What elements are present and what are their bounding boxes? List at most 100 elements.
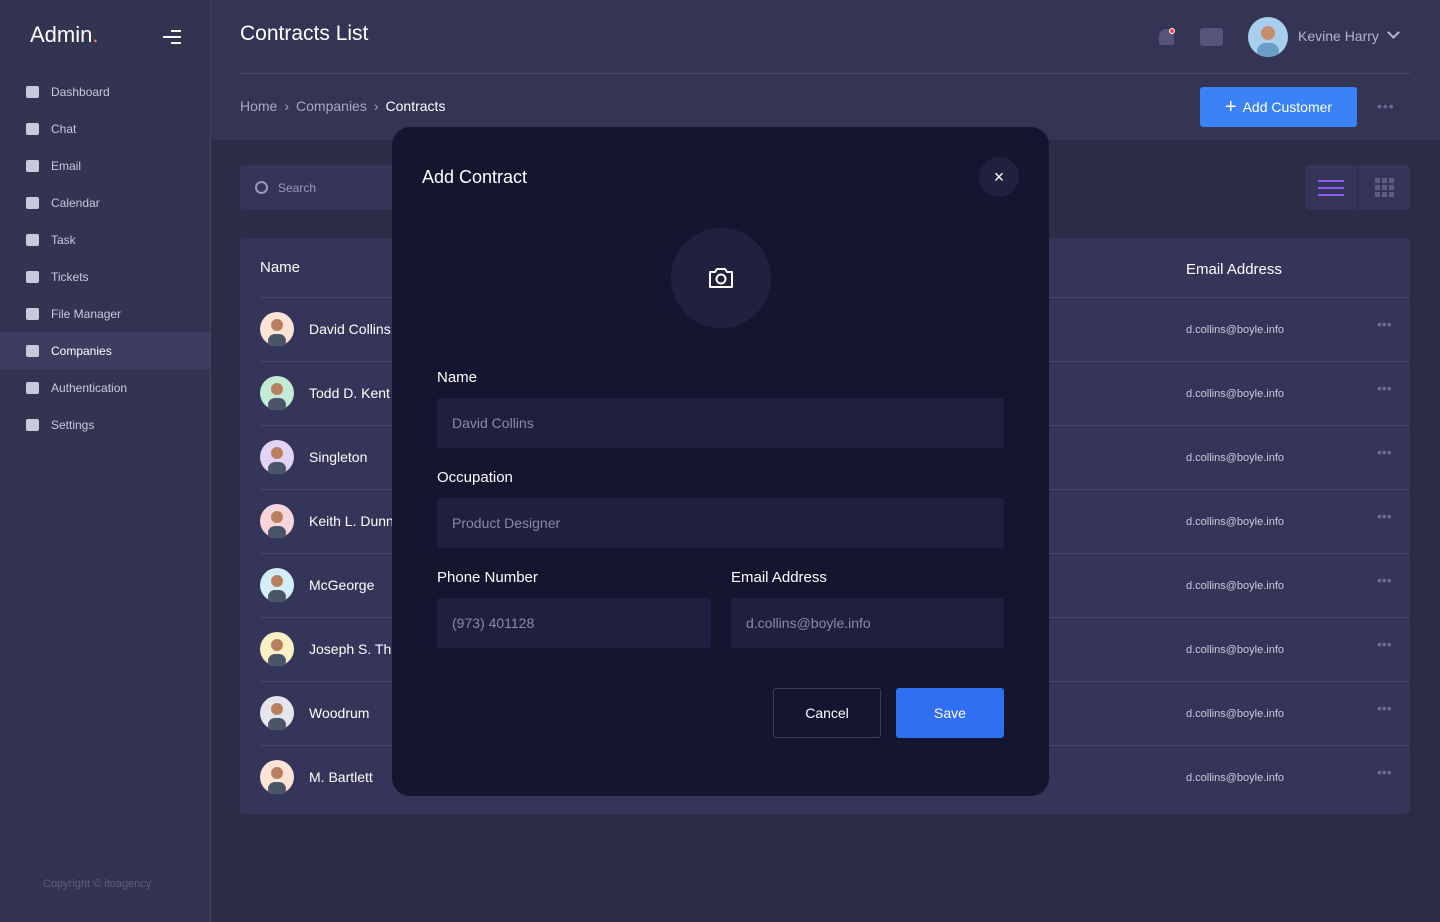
email-icon — [26, 159, 39, 172]
row-email: d.collins@boyle.info — [1186, 324, 1284, 336]
row-more-icon[interactable]: ••• — [1377, 380, 1392, 396]
email-label: Email Address — [731, 569, 827, 586]
sidebar-item-label: Chat — [51, 121, 77, 136]
occupation-label: Occupation — [437, 469, 513, 486]
row-name: McGeorge — [309, 577, 375, 593]
row-name: Joseph S. Th — [309, 641, 392, 657]
avatar — [260, 312, 294, 348]
name-label: Name — [437, 369, 478, 386]
list-icon — [1318, 175, 1344, 201]
row-more-icon[interactable]: ••• — [1377, 508, 1392, 524]
row-more-icon[interactable]: ••• — [1377, 700, 1392, 716]
breadcrumb-sep: › — [284, 98, 290, 114]
ticket-icon — [26, 270, 39, 283]
sidebar-item-label: Email — [51, 158, 82, 173]
row-name: M. Bartlett — [309, 769, 373, 785]
breadcrumb-companies[interactable]: Companies — [296, 98, 367, 114]
search-input[interactable]: Search — [240, 165, 400, 210]
sidebar-item-label: Tickets — [51, 269, 89, 284]
sidebar-item-label: Authentication — [51, 380, 128, 395]
sidebar-item-settings[interactable]: Settings — [0, 406, 210, 443]
sidebar-item-label: Calendar — [51, 195, 100, 210]
avatar — [260, 696, 294, 732]
sidebar-item-file-manager[interactable]: File Manager — [0, 295, 210, 332]
breadcrumb-sep: › — [373, 98, 379, 114]
sidebar-item-companies[interactable]: Companies — [0, 332, 210, 369]
breadcrumb-home[interactable]: Home — [240, 98, 277, 114]
search-icon — [255, 181, 268, 194]
avatar — [260, 440, 294, 476]
cancel-button[interactable]: Cancel — [773, 688, 881, 738]
row-email: d.collins@boyle.info — [1186, 708, 1284, 720]
bar-chart-icon — [26, 344, 39, 357]
occupation-input[interactable] — [437, 498, 1004, 548]
row-more-icon[interactable]: ••• — [1377, 636, 1392, 652]
sidebar-item-dashboard[interactable]: Dashboard — [0, 73, 210, 110]
row-more-icon[interactable]: ••• — [1377, 572, 1392, 588]
sidebar-item-label: File Manager — [51, 306, 122, 321]
sidebar-item-calendar[interactable]: Calendar — [0, 184, 210, 221]
add-customer-button[interactable]: + Add Customer — [1200, 87, 1357, 127]
menu-toggle-icon[interactable] — [163, 30, 181, 48]
avatar — [260, 568, 294, 604]
add-customer-label: Add Customer — [1242, 99, 1333, 115]
more-options-icon[interactable]: ••• — [1377, 98, 1395, 114]
save-button[interactable]: Save — [896, 688, 1004, 738]
breadcrumb: Home › Companies › Contracts — [240, 98, 445, 114]
user-avatar[interactable] — [1248, 17, 1288, 57]
notification-dot — [1169, 28, 1175, 34]
row-name: David Collins — [309, 321, 391, 337]
dashboard-icon — [26, 85, 39, 98]
avatar — [260, 760, 294, 796]
copyright: Copyright © itoagency — [43, 878, 152, 890]
camera-icon — [709, 268, 733, 288]
sidebar-item-chat[interactable]: Chat — [0, 110, 210, 147]
list-view-button[interactable] — [1305, 165, 1358, 210]
gear-icon — [26, 418, 39, 431]
row-email: d.collins@boyle.info — [1186, 388, 1284, 400]
close-icon[interactable]: × — [979, 157, 1019, 197]
email-input[interactable] — [731, 598, 1004, 648]
sidebar-item-task[interactable]: Task — [0, 221, 210, 258]
phone-label: Phone Number — [437, 569, 538, 586]
row-email: d.collins@boyle.info — [1186, 516, 1284, 528]
sidebar-item-email[interactable]: Email — [0, 147, 210, 184]
row-more-icon[interactable]: ••• — [1377, 764, 1392, 780]
grid-view-button[interactable] — [1358, 165, 1410, 210]
column-header-email[interactable]: Email Address — [1186, 261, 1282, 278]
plus-icon: + — [1224, 95, 1237, 118]
avatar — [260, 504, 294, 540]
mail-icon[interactable] — [1200, 28, 1223, 46]
upload-photo-button[interactable] — [671, 228, 771, 328]
file-icon — [26, 307, 39, 320]
avatar — [260, 632, 294, 668]
user-name[interactable]: Kevine Harry — [1298, 28, 1379, 44]
view-toggle — [1305, 165, 1410, 210]
logo-dot: . — [92, 22, 99, 47]
add-contract-modal: Add Contract × Name Occupation Phone Num… — [392, 127, 1049, 796]
page-title: Contracts List — [240, 22, 369, 45]
logo[interactable]: Admin. — [30, 22, 98, 48]
row-email: d.collins@boyle.info — [1186, 644, 1284, 656]
sidebar-item-tickets[interactable]: Tickets — [0, 258, 210, 295]
row-more-icon[interactable]: ••• — [1377, 316, 1392, 332]
divider — [240, 73, 1410, 74]
grid-icon — [1374, 178, 1394, 197]
logo-text: Admin — [30, 22, 93, 47]
row-email: d.collins@boyle.info — [1186, 452, 1284, 464]
column-header-name[interactable]: Name — [260, 259, 300, 276]
sidebar-nav: Dashboard Chat Email Calendar Task Tickets Fil… — [0, 73, 210, 443]
modal-title: Add Contract — [422, 167, 528, 187]
row-more-icon[interactable]: ••• — [1377, 444, 1392, 460]
clipboard-icon — [26, 233, 39, 246]
row-name: Woodrum — [309, 705, 370, 721]
row-name: Singleton — [309, 449, 368, 465]
search-placeholder: Search — [278, 180, 317, 195]
phone-input[interactable] — [437, 598, 711, 648]
sidebar-item-authentication[interactable]: Authentication — [0, 369, 210, 406]
row-name: Keith L. Dunn — [309, 513, 394, 529]
sidebar-item-label: Dashboard — [51, 84, 110, 99]
sidebar-item-label: Task — [51, 232, 76, 247]
calendar-icon — [26, 196, 39, 209]
name-input[interactable] — [437, 398, 1004, 448]
